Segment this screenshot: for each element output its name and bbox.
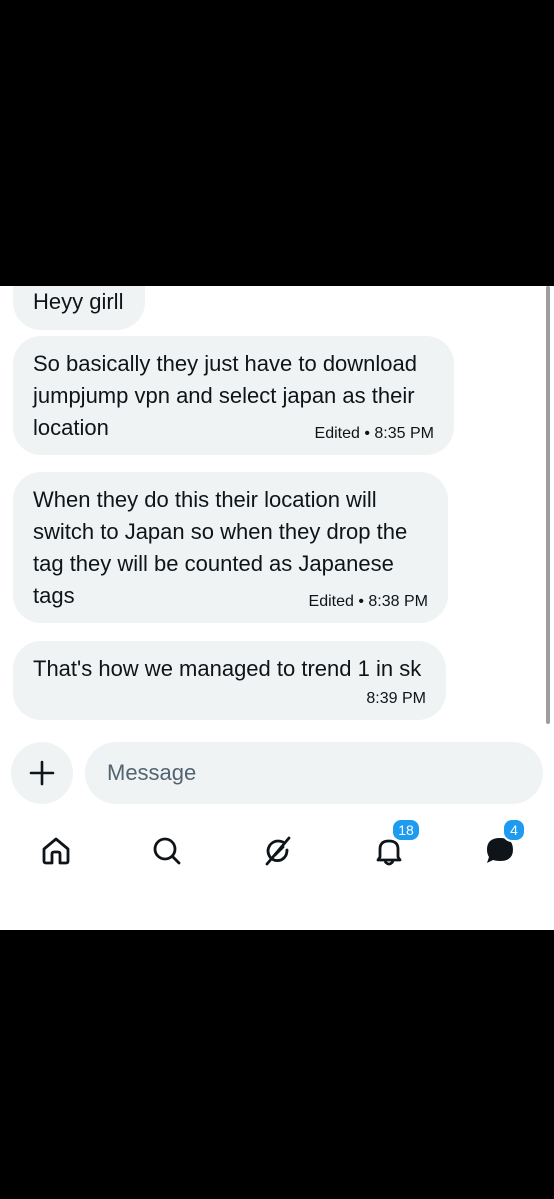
message-text: Heyy girll	[33, 289, 124, 314]
message-timestamp: Edited • 8:35 PM	[314, 425, 434, 442]
grok-icon	[265, 836, 291, 866]
home-icon	[42, 837, 70, 865]
message-timestamp: 8:39 PM	[366, 690, 426, 707]
nav-home-button[interactable]	[26, 826, 86, 876]
message-bubble[interactable]: Heyy girll	[13, 286, 145, 330]
message-bubble[interactable]: So basically they just have to download …	[13, 336, 454, 455]
search-icon	[153, 837, 181, 865]
notifications-badge: 18	[391, 818, 421, 842]
nav-messages-button[interactable]: 4	[470, 818, 530, 876]
nav-search-button[interactable]	[137, 826, 197, 876]
message-input[interactable]	[85, 742, 543, 804]
nav-grok-button[interactable]	[248, 826, 308, 876]
message-text: That's how we managed to trend 1 in sk	[33, 656, 422, 681]
plus-icon	[29, 760, 55, 786]
messages-badge: 4	[502, 818, 526, 842]
bottom-nav: 18 4	[0, 816, 554, 886]
message-timestamp: Edited • 8:38 PM	[308, 593, 428, 610]
nav-notifications-button[interactable]: 18	[359, 818, 421, 876]
add-attachment-button[interactable]	[11, 742, 73, 804]
message-bubble[interactable]: That's how we managed to trend 1 in sk 8…	[13, 641, 446, 720]
dm-conversation-screen: Heyy girll So basically they just have t…	[0, 286, 554, 930]
scrollbar[interactable]	[546, 286, 550, 724]
message-bubble[interactable]: When they do this their location will sw…	[13, 472, 448, 623]
